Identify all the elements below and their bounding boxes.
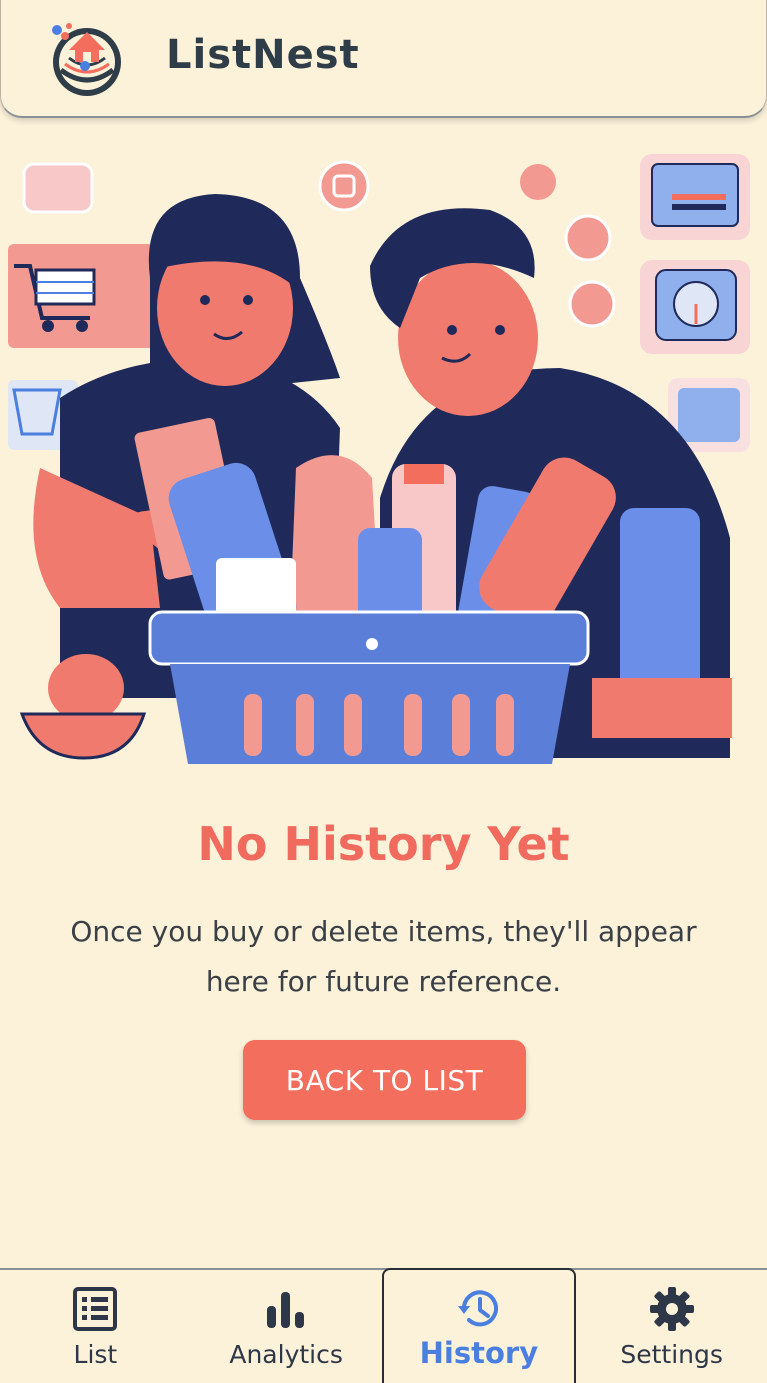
nav-label-list: List	[73, 1340, 118, 1369]
empty-state-title: No History Yet	[197, 817, 570, 871]
history-icon	[457, 1290, 498, 1327]
nav-label-analytics: Analytics	[229, 1340, 343, 1369]
nav-item-settings[interactable]: Settings	[576, 1270, 767, 1383]
nav-label-history: History	[419, 1336, 539, 1370]
nav-item-analytics[interactable]: Analytics	[191, 1270, 382, 1383]
shopping-couple-illustration	[8, 154, 750, 764]
back-to-list-button[interactable]: BACK TO LIST	[243, 1040, 526, 1120]
nav-item-history[interactable]: History	[381, 1268, 577, 1383]
list-icon	[73, 1287, 118, 1331]
empty-state-description: Once you buy or delete items, they'll ap…	[70, 915, 697, 998]
bottom-navigation: List Analytics History Settings	[0, 1268, 767, 1383]
nav-label-settings: Settings	[620, 1340, 723, 1369]
gear-icon	[649, 1287, 694, 1331]
app-title: ListNest	[166, 32, 360, 78]
nav-item-list[interactable]: List	[0, 1270, 191, 1383]
app-header: ListNest	[0, 0, 767, 118]
bar-chart-icon	[267, 1292, 305, 1328]
listnest-logo-icon	[52, 23, 121, 96]
